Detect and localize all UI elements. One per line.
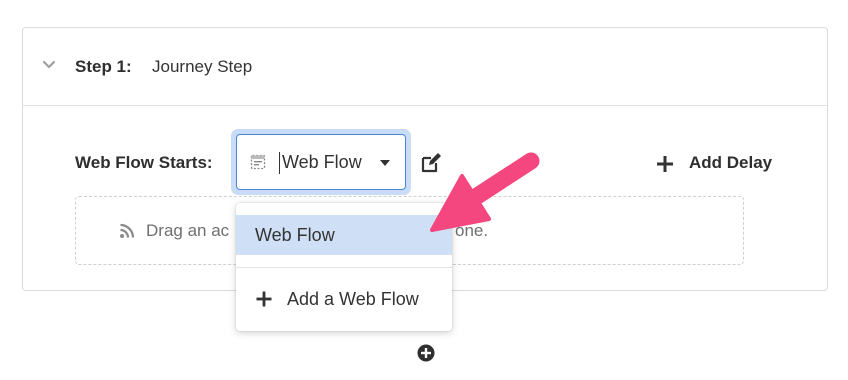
caret-down-icon (380, 160, 390, 166)
dropzone-text-tail: one. (455, 221, 489, 240)
menu-item-web-flow[interactable]: Web Flow (236, 215, 452, 255)
web-flow-select[interactable]: Web Flow (236, 134, 406, 190)
step-number-label: Step 1: (75, 57, 132, 76)
rss-icon (120, 223, 135, 238)
menu-item-label: Add a Web Flow (287, 289, 419, 309)
add-delay-label: Add Delay (689, 153, 773, 172)
step-name: Journey Step (152, 57, 253, 76)
plus-icon (256, 291, 272, 307)
text-caret (279, 152, 280, 174)
menu-item-label: Web Flow (255, 225, 335, 245)
plus-circle-icon[interactable] (417, 344, 435, 362)
plus-icon (657, 156, 673, 172)
menu-divider (236, 267, 452, 268)
step-header[interactable]: Step 1: Journey Step (23, 28, 827, 106)
web-flow-starts-label: Web Flow Starts: (75, 153, 213, 172)
dropzone-text: Drag an ac (146, 221, 230, 240)
web-flow-select-value: Web Flow (282, 152, 362, 172)
menu-item-add-web-flow[interactable]: Add a Web Flow (236, 279, 452, 319)
web-flow-dropdown-menu: Web Flow Add a Web Flow (236, 203, 452, 331)
web-flow-icon (250, 154, 266, 170)
chevron-down-icon[interactable] (41, 59, 57, 71)
edit-icon[interactable] (420, 152, 442, 174)
